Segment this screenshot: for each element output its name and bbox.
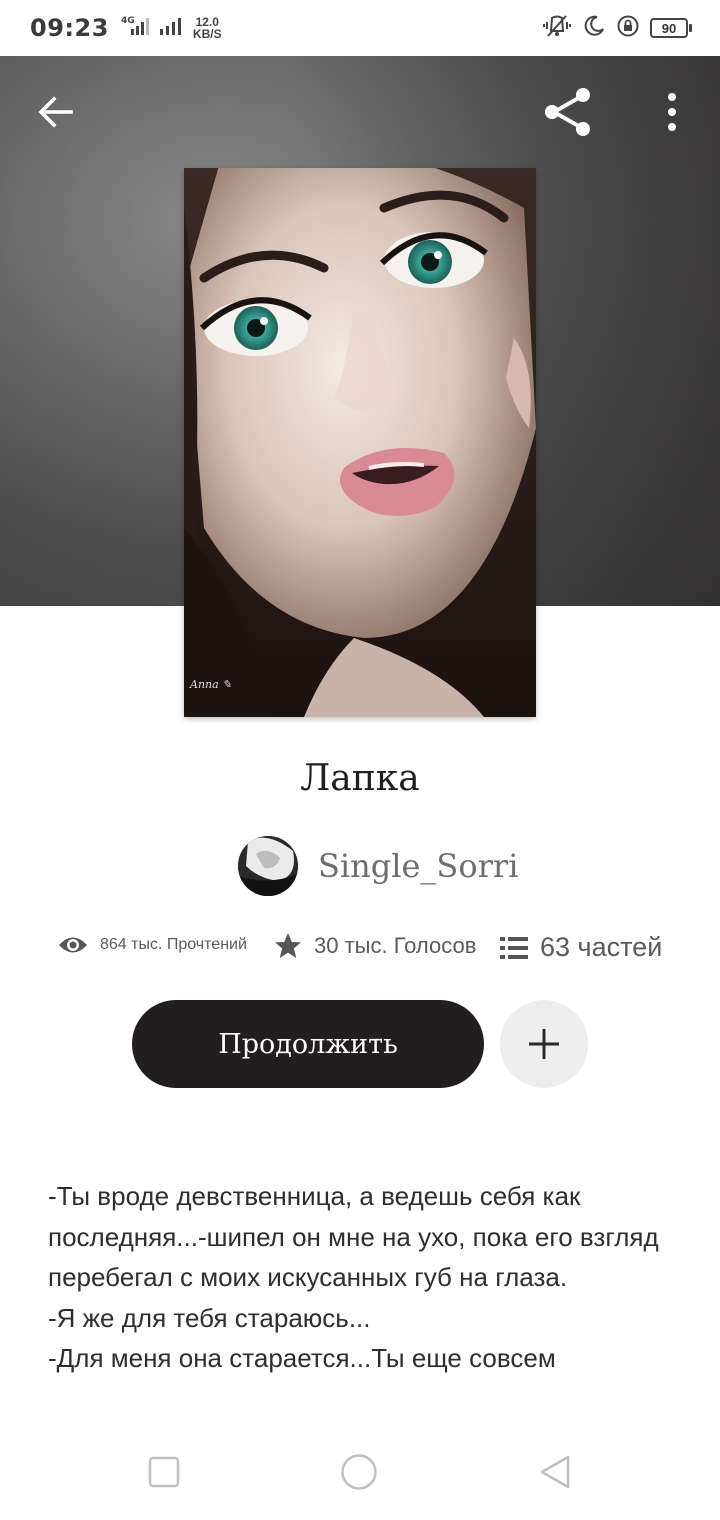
back-button[interactable] xyxy=(36,92,76,132)
description-paragraph: -Для меня она старается...Ты еще совсем xyxy=(48,1343,556,1373)
status-bar: 09:23 4G 12.0 KB/S 90 xyxy=(0,0,720,56)
share-button[interactable] xyxy=(542,86,594,138)
clock: 09:23 xyxy=(30,14,109,42)
author-row[interactable]: Single_Sorri xyxy=(238,836,518,896)
plus-icon xyxy=(529,1029,559,1059)
moon-icon xyxy=(582,14,606,43)
square-icon xyxy=(148,1456,180,1488)
more-options-button[interactable] xyxy=(660,92,684,134)
description-paragraph: -Ты вроде девственница, а ведешь себя ка… xyxy=(48,1181,659,1292)
book-cover-image[interactable]: Anna ✎ xyxy=(184,168,536,717)
reads-stat: 864 тыс. Прочтений xyxy=(58,934,247,956)
cover-portrait-illustration: Anna ✎ xyxy=(184,168,536,717)
continue-reading-button[interactable]: Продолжить xyxy=(132,1000,484,1088)
svg-text:Anna ✎: Anna ✎ xyxy=(189,678,231,691)
net-speed-unit: KB/S xyxy=(192,27,222,41)
signal-bars-icon xyxy=(159,15,185,42)
votes-count: 30 тыс. Голосов xyxy=(314,933,477,958)
story-stats: 864 тыс. Прочтений 30 тыс. Голосов 63 ча… xyxy=(0,928,720,976)
story-description: -Ты вроде девственница, а ведешь себя ка… xyxy=(48,1176,680,1379)
triangle-back-icon xyxy=(540,1455,570,1489)
signal-4g-icon: 4G xyxy=(117,15,151,42)
star-icon xyxy=(275,933,301,958)
circle-icon xyxy=(341,1454,377,1490)
story-title: Лапка xyxy=(300,758,420,799)
parts-count[interactable]: 63 частей xyxy=(540,932,662,963)
net-speed: 12.0 KB/S xyxy=(193,16,222,40)
more-vertical-icon xyxy=(668,93,676,131)
battery-indicator: 90 xyxy=(650,18,692,38)
status-left: 09:23 4G 12.0 KB/S xyxy=(30,14,222,42)
system-nav-bar xyxy=(0,1426,720,1520)
author-name[interactable]: Single_Sorri xyxy=(318,847,518,885)
author-avatar[interactable] xyxy=(238,836,298,896)
description-paragraph: -Я же для тебя стараюсь... xyxy=(48,1302,371,1333)
status-right: 90 xyxy=(542,14,692,43)
back-nav-button[interactable] xyxy=(538,1454,572,1495)
eye-icon xyxy=(59,937,87,953)
votes-stat: 30 тыс. Голосов xyxy=(274,932,476,960)
svg-text:4G: 4G xyxy=(121,16,135,26)
reads-count: 864 тыс. Прочтений xyxy=(100,936,247,953)
home-button[interactable] xyxy=(340,1453,378,1496)
parts-stat[interactable]: 63 частей xyxy=(500,932,662,963)
lock-rotation-icon xyxy=(616,14,640,43)
arrow-left-icon xyxy=(38,96,73,128)
list-icon xyxy=(500,936,528,959)
recent-apps-button[interactable] xyxy=(148,1456,180,1493)
vibrate-icon xyxy=(542,14,572,43)
add-to-library-button[interactable] xyxy=(500,1000,588,1088)
share-icon xyxy=(545,88,590,136)
